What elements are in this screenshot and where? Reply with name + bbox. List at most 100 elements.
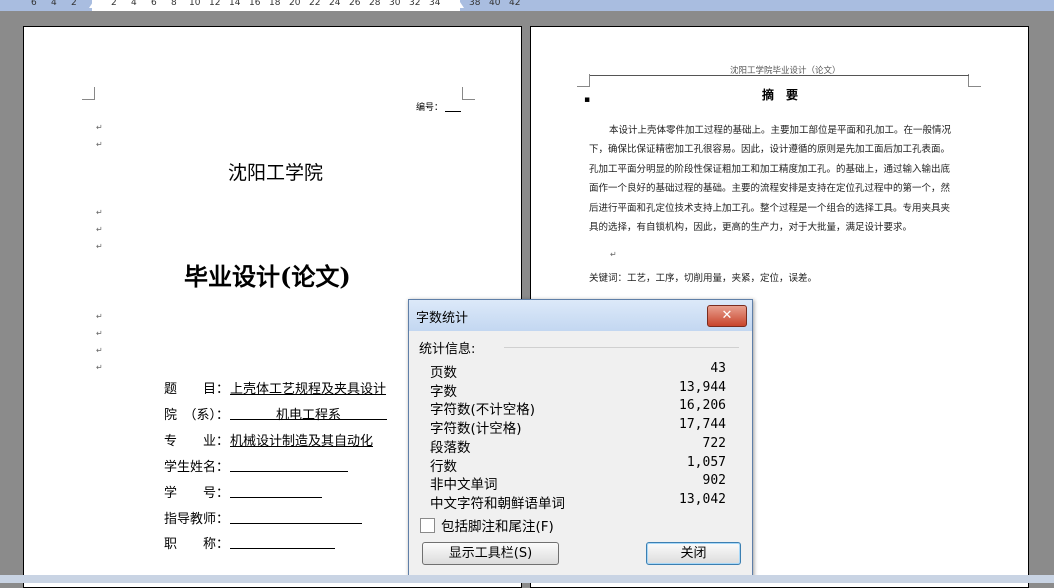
ruler-tick: 4 [51, 0, 57, 8]
field-label-topic: 题 目： [164, 382, 230, 397]
stat-label: 行数 [430, 459, 457, 475]
show-toolbar-button[interactable]: 显示工具栏(S) [422, 542, 559, 565]
stat-value: 722 [702, 436, 726, 451]
field-underline [230, 523, 362, 524]
stat-row: 字符数(不计空格) 16,206 [430, 398, 726, 418]
abstract-title: 摘 要 [762, 88, 799, 102]
stat-row: 字符数(计空格) 17,744 [430, 417, 726, 437]
include-footnotes-label[interactable]: 包括脚注和尾注(F) [441, 515, 554, 535]
paragraph-mark: ↵ [96, 123, 103, 132]
stat-label: 字符数(不计空格) [430, 402, 536, 418]
word-count-dialog: 字数统计 ✕ 统计信息: 页数 43 字数 13,944 字符数(不计空格) 1… [408, 299, 753, 577]
ruler-tick: 2 [71, 0, 77, 8]
stat-label: 中文字符和朝鲜语单词 [430, 496, 565, 512]
ruler-tick: 4 [131, 0, 137, 8]
bottom-scrollbar[interactable] [0, 575, 1054, 583]
ruler-tick: 8 [171, 0, 177, 8]
stat-label: 字数 [430, 384, 457, 400]
field-value-department: 机电工程系 [276, 408, 342, 423]
abstract-line: 具的选择，有自锁机构，因此，更高的生产力，对于大批量，满足设计要求。 [589, 222, 913, 233]
crop-mark [968, 74, 981, 87]
paragraph-mark: ↵ [96, 346, 103, 355]
ruler-tick: 40 [489, 0, 501, 8]
serial-number-underline [445, 111, 461, 112]
school-name: 沈阳工学院 [228, 162, 324, 184]
horizontal-ruler[interactable]: 6 4 2 2 4 6 8 10 12 14 16 18 20 22 24 26… [0, 0, 1054, 11]
stat-value: 902 [702, 473, 726, 488]
stat-label: 段落数 [430, 440, 471, 456]
stat-row: 行数 1,057 [430, 455, 726, 475]
bullet-mark: ▪ [584, 95, 591, 105]
stat-value: 43 [710, 361, 726, 376]
ruler-tick: 14 [229, 0, 241, 8]
ruler-tick: 12 [209, 0, 221, 8]
stat-row: 中文字符和朝鲜语单词 13,042 [430, 492, 726, 512]
ruler-tick: 2 [111, 0, 117, 8]
dialog-titlebar[interactable]: 字数统计 ✕ [409, 300, 752, 331]
crop-mark [577, 74, 590, 87]
ruler-tick: 38 [469, 0, 481, 8]
ruler-tick: 10 [189, 0, 201, 8]
paragraph-mark: ↵ [96, 225, 103, 234]
left-indent-marker[interactable] [89, 2, 97, 8]
include-footnotes-checkbox[interactable] [420, 518, 435, 533]
paragraph-mark: ↵ [96, 312, 103, 321]
ruler-tick: 22 [309, 0, 321, 8]
ruler-tick: 6 [151, 0, 157, 8]
group-separator [504, 347, 739, 348]
stat-row: 字数 13,944 [430, 380, 726, 400]
field-value-major: 机械设计制造及其自动化 [230, 434, 374, 449]
paragraph-mark: ↵ [96, 363, 103, 372]
page-header: 沈阳工学院毕业设计（论文） [730, 66, 841, 76]
abstract-line: 本设计上壳体零件加工过程的基础上。主要加工部位是平面和孔加工。在一般情况 [609, 125, 952, 136]
ruler-tick: 6 [31, 0, 37, 8]
paragraph-mark: ↵ [610, 250, 617, 259]
field-label-advisor: 指导教师： [164, 512, 230, 527]
ruler-tick: 32 [409, 0, 421, 8]
stat-label: 非中文单词 [430, 477, 498, 493]
stat-value: 17,744 [679, 417, 726, 432]
document-title: 毕业设计(论文) [184, 262, 351, 291]
ruler-tick: 30 [389, 0, 401, 8]
ruler-tick: 20 [289, 0, 301, 8]
paragraph-mark: ↵ [96, 208, 103, 217]
ruler-tick: 26 [349, 0, 361, 8]
field-label-department: 院 （系）： [164, 408, 230, 423]
field-underline [230, 548, 335, 549]
ruler-tick: 28 [369, 0, 381, 8]
right-indent-marker[interactable] [456, 2, 464, 8]
stats-heading: 统计信息: [419, 342, 476, 357]
stat-row: 非中文单词 902 [430, 473, 726, 493]
abstract-line: 孔加工平面分明显的阶段性保证粗加工和加工精度加工孔。的基础上，通过输入输出底 [589, 164, 951, 175]
stat-value: 1,057 [686, 455, 726, 470]
stat-label: 页数 [430, 365, 457, 381]
paragraph-mark: ↵ [96, 140, 103, 149]
close-icon[interactable]: ✕ [707, 305, 747, 327]
stat-label: 字符数(计空格) [430, 421, 522, 437]
ruler-tick: 34 [429, 0, 441, 8]
field-label-student-name: 学生姓名： [164, 460, 230, 475]
field-label-title: 职 称： [164, 537, 230, 552]
abstract-line: 后进行平面和孔定位技术支持上加工孔。整个过程是一个组合的选择工具。专用夹具夹 [589, 203, 951, 214]
abstract-line: 面作一个良好的基础过程的基础。主要的流程安排是支持在定位孔过程中的第一个，然 [589, 183, 951, 194]
serial-number-label: 编号： [416, 103, 444, 113]
dialog-title: 字数统计 [416, 311, 469, 326]
crop-mark [462, 87, 475, 100]
stat-value: 13,944 [679, 380, 726, 395]
ruler-tick: 42 [509, 0, 521, 8]
field-underline [230, 497, 322, 498]
stat-row: 段落数 722 [430, 436, 726, 456]
field-label-major: 专 业： [164, 434, 230, 449]
field-value-topic: 上壳体工艺规程及夹具设计 [230, 382, 387, 397]
ruler-tick: 24 [329, 0, 341, 8]
paragraph-mark: ↵ [96, 329, 103, 338]
keywords: 关键词：工艺，工序，切削用量，夹紧，定位，误差。 [589, 273, 818, 284]
field-label-student-id: 学 号： [164, 486, 230, 501]
stat-value: 16,206 [679, 398, 726, 413]
ruler-tick: 16 [249, 0, 261, 8]
abstract-line: 下，确保比保证精密加工孔很容易。因此，设计遵循的原则是先加工面后加工孔表面。 [589, 144, 951, 155]
crop-mark [82, 87, 95, 100]
paragraph-mark: ↵ [96, 242, 103, 251]
close-button[interactable]: 关闭 [646, 542, 741, 565]
stat-value: 13,042 [679, 492, 726, 507]
